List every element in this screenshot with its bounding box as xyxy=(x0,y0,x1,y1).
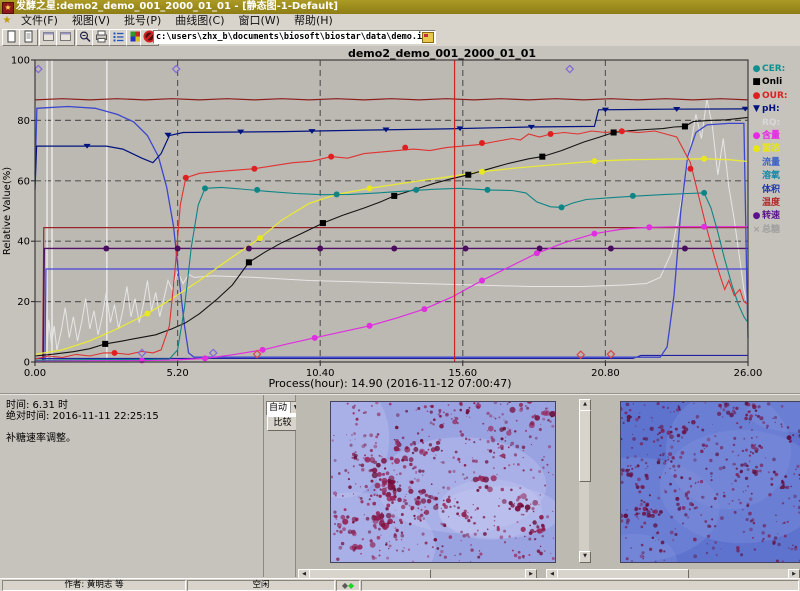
window-title: 发酵之星:demo2_demo_001_2000_01_01 - [静态图-1-… xyxy=(16,0,338,14)
window-restore-icon[interactable] xyxy=(56,29,75,46)
toolbar: c:\users\zhx_b\documents\biosoft\biostar… xyxy=(0,28,800,47)
path-file-icon[interactable] xyxy=(422,32,434,43)
title-bar: ★ 发酵之星:demo2_demo_001_2000_01_01 - [静态图-… xyxy=(0,0,800,14)
svg-text:60: 60 xyxy=(17,176,30,187)
batch-note-area[interactable]: 时间: 6.31 时 绝对时间: 2016-11-11 22:25:15 补糖速… xyxy=(2,397,270,573)
status-indicators: ◆◆ xyxy=(336,580,360,591)
menu-item-5[interactable]: 帮助(H) xyxy=(287,14,340,27)
svg-text:0: 0 xyxy=(24,358,30,369)
process-curve-chart[interactable]: 0 20 40 60 80 100 0.00 5.20 10.40 15.60 20.80 26.00… xyxy=(0,46,800,392)
note-abs-time: 绝对时间: 2016-11-11 22:25:15 xyxy=(6,411,266,422)
data-path-field[interactable]: c:\users\zhx_b\documents\biosoft\biostar… xyxy=(153,30,436,44)
scroll-down-icon[interactable]: ▼ xyxy=(579,551,591,563)
menu-item-4[interactable]: 窗口(W) xyxy=(232,14,287,27)
status-author: 作者: 黄明志 等 xyxy=(2,580,186,591)
menu-item-3[interactable]: 曲线图(C) xyxy=(168,14,231,27)
svg-text:20: 20 xyxy=(17,297,30,308)
svg-text:40: 40 xyxy=(17,237,30,248)
menu-bar: ★ 文件(F)视图(V)批号(P)曲线图(C)窗口(W)帮助(H) xyxy=(0,14,800,29)
favorites-star-icon[interactable]: ★ xyxy=(0,14,14,28)
note-text: 补糖速率调整。 xyxy=(6,433,266,444)
microscopy-zone: ▲ ▼ ◀ ▶ ◀ ▶ xyxy=(296,395,800,579)
status-bar: 作者: 黄明志 等 空闲 ◆◆ xyxy=(0,578,800,591)
svg-text:5.20: 5.20 xyxy=(166,368,188,379)
divider xyxy=(263,395,264,577)
microscopy-image-left xyxy=(330,401,556,563)
bottom-panel: 时间: 6.31 时 绝对时间: 2016-11-11 22:25:15 补糖速… xyxy=(0,393,800,580)
scroll-thumb[interactable] xyxy=(579,410,591,482)
svg-text:0.00: 0.00 xyxy=(24,368,46,379)
copy-doc-icon[interactable] xyxy=(19,29,38,46)
vertical-scrollbar[interactable]: ▲ ▼ xyxy=(579,399,589,563)
svg-text:26.00: 26.00 xyxy=(734,368,763,379)
svg-text:10.40: 10.40 xyxy=(306,368,335,379)
status-state: 空闲 xyxy=(187,580,335,591)
svg-text:100: 100 xyxy=(11,56,30,67)
svg-text:15.60: 15.60 xyxy=(448,368,477,379)
menu-item-2[interactable]: 批号(P) xyxy=(117,14,168,27)
status-empty xyxy=(361,580,799,591)
menu-item-1[interactable]: 视图(V) xyxy=(65,14,117,27)
svg-text:20.80: 20.80 xyxy=(591,368,620,379)
compare-button[interactable]: 比较 xyxy=(267,416,298,431)
app-window: { "window": {"title": "发酵之星:demo2_demo_0… xyxy=(0,0,800,590)
svg-text:Relative Value(%): Relative Value(%) xyxy=(2,167,13,255)
menu-item-0[interactable]: 文件(F) xyxy=(14,14,65,27)
app-icon: ★ xyxy=(2,2,14,14)
microscopy-image-right xyxy=(620,401,800,563)
note-time: 时间: 6.31 时 xyxy=(6,400,266,411)
indicator-diamond-green: ◆ xyxy=(348,581,354,590)
svg-text:80: 80 xyxy=(17,116,30,127)
